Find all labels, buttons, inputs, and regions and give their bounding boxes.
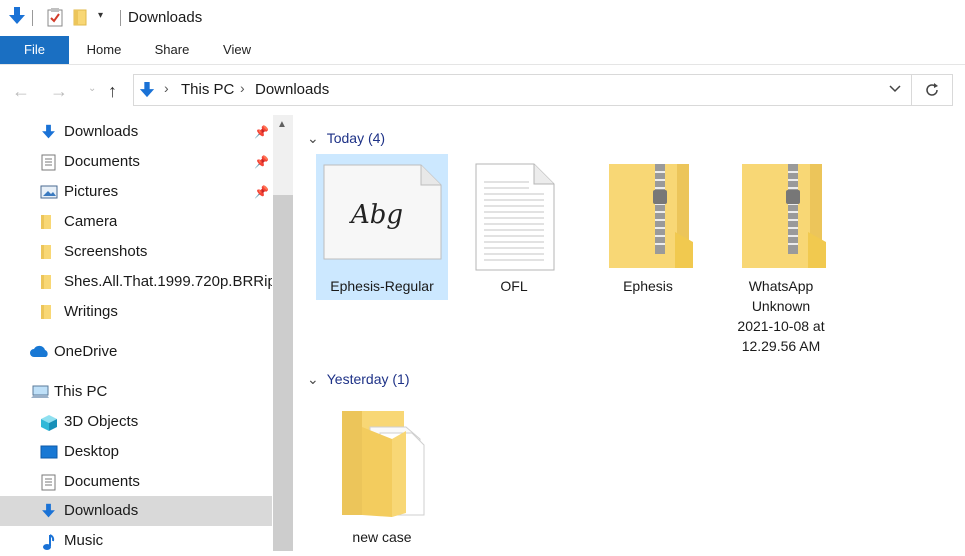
sidebar-item-label: Writings bbox=[64, 303, 118, 320]
sidebar-item-label: Downloads bbox=[64, 502, 139, 519]
up-arrow-icon[interactable]: ↑ bbox=[108, 81, 117, 102]
breadcrumb-chevron-icon[interactable]: › bbox=[240, 80, 245, 96]
navigation-bar: ← → ⌄ ↑ › This PC › Downloads bbox=[0, 65, 965, 115]
sidebar-item-label: This PC bbox=[54, 383, 108, 400]
folder-icon bbox=[40, 244, 57, 260]
folder-icon bbox=[40, 274, 57, 290]
download-arrow-icon bbox=[139, 81, 155, 104]
sidebar-item-3d-objects[interactable]: 3D Objects bbox=[0, 407, 272, 437]
file-item-label: Ephesis bbox=[623, 278, 673, 294]
sidebar-item-label: Pictures bbox=[64, 183, 119, 200]
window-title: Downloads bbox=[128, 9, 203, 26]
download-arrow-icon bbox=[40, 503, 57, 519]
sidebar-item-label: Screenshots bbox=[64, 243, 148, 260]
font-file-icon: Abg bbox=[321, 162, 443, 267]
zip-folder-icon bbox=[607, 162, 695, 277]
sidebar-item-onedrive[interactable]: OneDrive bbox=[0, 337, 272, 367]
folder-icon bbox=[40, 214, 57, 230]
title-bar: ▾ Downloads bbox=[0, 0, 965, 36]
sidebar-item-label: Camera bbox=[64, 213, 118, 230]
address-bar[interactable]: › This PC › Downloads bbox=[133, 74, 912, 106]
file-view: ⌄ Today (4) Abg Ephesis-Regular OFL Ephes… bbox=[293, 115, 965, 551]
breadcrumb-this-pc[interactable]: This PC bbox=[181, 81, 234, 98]
forward-arrow-icon[interactable]: → bbox=[50, 81, 68, 102]
breadcrumb-chevron-icon[interactable]: › bbox=[164, 80, 169, 96]
properties-check-icon[interactable] bbox=[46, 7, 64, 32]
tab-home[interactable]: Home bbox=[76, 36, 132, 64]
file-item-label: OFL bbox=[500, 278, 528, 294]
file-item-label: new case bbox=[352, 529, 412, 545]
breadcrumb-downloads[interactable]: Downloads bbox=[255, 81, 329, 98]
download-arrow-icon bbox=[40, 124, 57, 140]
text-file-icon bbox=[474, 162, 556, 277]
pin-icon[interactable]: 📌 bbox=[254, 185, 269, 199]
sidebar-item-desktop[interactable]: Desktop bbox=[0, 437, 272, 467]
sidebar-item-label: Shes.All.That.1999.720p.BRRip.x bbox=[64, 273, 272, 290]
new-folder-icon[interactable] bbox=[73, 8, 87, 31]
file-item-whatsapp-zip[interactable]: WhatsApp Unknown 2021-10-08 at 12.29.56 … bbox=[715, 154, 847, 364]
tab-share[interactable]: Share bbox=[145, 36, 199, 64]
sidebar-item-screenshots[interactable]: Screenshots bbox=[0, 237, 272, 267]
group-header-label: Today (4) bbox=[326, 130, 386, 146]
group-header-today[interactable]: ⌄ Today (4) bbox=[307, 130, 385, 147]
sidebar-item-label: Documents bbox=[64, 473, 140, 490]
tab-file[interactable]: File bbox=[0, 36, 69, 64]
tab-view[interactable]: View bbox=[212, 36, 262, 64]
folder-with-files-icon bbox=[340, 409, 430, 524]
collapse-chevron-icon[interactable]: ⌄ bbox=[307, 371, 319, 388]
sidebar-item-documents[interactable]: Documents 📌 bbox=[0, 147, 272, 177]
sidebar-item-this-pc[interactable]: This PC bbox=[0, 377, 272, 407]
title-separator bbox=[32, 10, 33, 26]
desktop-icon bbox=[40, 444, 58, 460]
font-preview-text: Abg bbox=[351, 200, 404, 230]
file-item-ephesis-regular[interactable]: Abg Ephesis-Regular bbox=[316, 154, 448, 300]
sidebar-item-label: Desktop bbox=[64, 443, 120, 460]
zip-folder-icon bbox=[740, 162, 828, 277]
navigation-pane: Downloads 📌 Documents 📌 Pictures 📌 Camer… bbox=[0, 115, 293, 551]
sidebar-item-label: Documents bbox=[64, 153, 140, 170]
sidebar-item-downloads-pc[interactable]: Downloads bbox=[0, 496, 272, 526]
sidebar-item-documents-pc[interactable]: Documents bbox=[0, 467, 272, 497]
download-arrow-icon[interactable] bbox=[8, 6, 26, 31]
file-item-label: WhatsApp Unknown 2021-10-08 at 12.29.56 … bbox=[737, 278, 825, 354]
folder-icon bbox=[40, 304, 57, 320]
sidebar-item-shes-all-that[interactable]: Shes.All.That.1999.720p.BRRip.x bbox=[0, 267, 272, 297]
sidebar-item-downloads[interactable]: Downloads 📌 bbox=[0, 117, 272, 147]
group-header-yesterday[interactable]: ⌄ Yesterday (1) bbox=[307, 371, 409, 388]
pin-icon[interactable]: 📌 bbox=[254, 155, 269, 169]
cube-icon bbox=[40, 414, 57, 431]
refresh-button[interactable] bbox=[912, 74, 953, 106]
pin-icon[interactable]: 📌 bbox=[254, 125, 269, 139]
sidebar-item-writings[interactable]: Writings bbox=[0, 297, 272, 327]
address-dropdown-chevron-icon[interactable] bbox=[889, 81, 901, 100]
sidebar-item-pictures[interactable]: Pictures 📌 bbox=[0, 177, 272, 207]
file-item-ephesis-zip[interactable]: Ephesis bbox=[582, 154, 714, 300]
file-item-ofl[interactable]: OFL bbox=[448, 154, 580, 300]
refresh-icon bbox=[924, 81, 940, 104]
sidebar-item-label: 3D Objects bbox=[64, 413, 139, 430]
title-separator bbox=[120, 10, 121, 26]
scroll-up-arrow-icon[interactable]: ▲ bbox=[277, 119, 287, 130]
music-note-icon bbox=[40, 533, 57, 550]
document-icon bbox=[40, 154, 57, 171]
customize-toolbar-icon[interactable]: ▾ bbox=[98, 10, 103, 21]
sidebar-item-label: OneDrive bbox=[54, 343, 118, 360]
collapse-chevron-icon[interactable]: ⌄ bbox=[307, 130, 319, 147]
back-arrow-icon[interactable]: ← bbox=[12, 81, 30, 102]
sidebar-item-label: Downloads bbox=[64, 123, 139, 140]
sidebar-item-music[interactable]: Music bbox=[0, 526, 272, 556]
file-item-new-case[interactable]: new case bbox=[316, 405, 448, 551]
sidebar-item-label: Music bbox=[64, 532, 104, 549]
computer-icon bbox=[30, 384, 50, 400]
sidebar-item-camera[interactable]: Camera bbox=[0, 207, 272, 237]
ribbon-tabs: File Home Share View bbox=[0, 36, 965, 65]
file-item-label: Ephesis-Regular bbox=[330, 278, 434, 294]
pictures-icon bbox=[40, 184, 58, 200]
cloud-icon bbox=[29, 344, 51, 360]
sidebar-scrollbar-thumb[interactable] bbox=[273, 195, 293, 551]
document-icon bbox=[40, 474, 57, 491]
recent-locations-chevron-icon[interactable]: ⌄ bbox=[88, 83, 96, 94]
group-header-label: Yesterday (1) bbox=[326, 371, 410, 387]
